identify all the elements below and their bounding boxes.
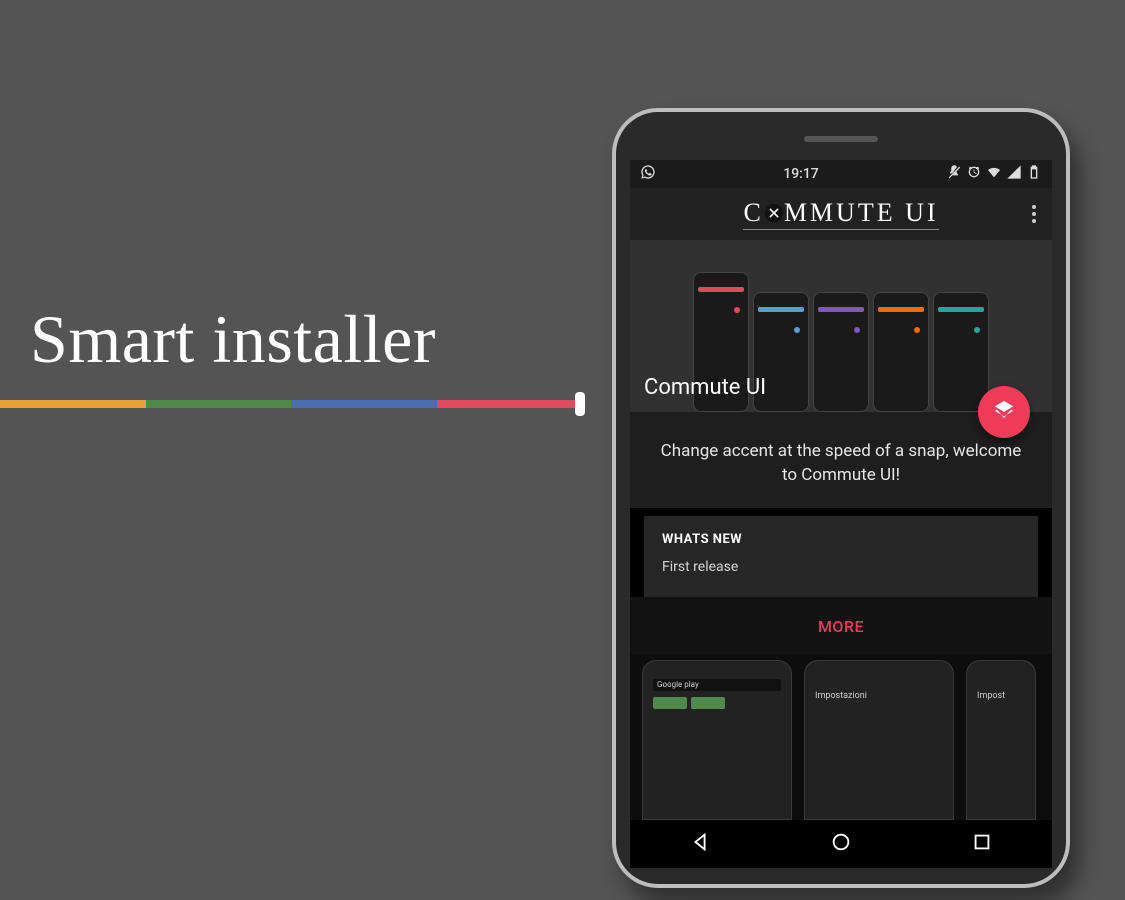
screenshot-thumb[interactable]: Google play bbox=[642, 660, 792, 820]
screenshot-thumb[interactable]: Impost bbox=[966, 660, 1036, 820]
whats-new-card: WHATS NEW First release bbox=[644, 516, 1038, 597]
app-title-right: MMUTE UI bbox=[784, 198, 939, 227]
wifi-icon bbox=[986, 164, 1002, 184]
whats-new-heading: WHATS NEW bbox=[662, 532, 1020, 547]
hero-section: Commute UI bbox=[630, 240, 1052, 412]
phone-speaker bbox=[804, 136, 878, 142]
status-time: 19:17 bbox=[656, 166, 946, 182]
overflow-menu-icon[interactable] bbox=[1026, 199, 1042, 229]
thumb-label: Google play bbox=[653, 679, 781, 691]
android-nav-bar bbox=[630, 820, 1052, 868]
more-button[interactable]: MORE bbox=[630, 597, 1052, 654]
recents-button[interactable] bbox=[971, 831, 993, 857]
whatsapp-icon bbox=[640, 164, 656, 184]
tools-icon bbox=[764, 203, 784, 223]
app-bar: C MMUTE UI bbox=[630, 188, 1052, 240]
hero-title: Commute UI bbox=[644, 375, 766, 400]
home-button[interactable] bbox=[830, 831, 852, 857]
screenshot-thumb[interactable]: Impostazioni bbox=[804, 660, 954, 820]
thumb-label: Impostazioni bbox=[815, 691, 867, 701]
mute-icon bbox=[946, 164, 962, 184]
thumb-label: Impost bbox=[977, 691, 1005, 701]
screenshot-strip[interactable]: Google play Impostazioni Impost bbox=[630, 654, 1052, 820]
app-title: C MMUTE UI bbox=[743, 198, 938, 230]
headline-text: Smart installer bbox=[30, 300, 436, 379]
signal-icon bbox=[1006, 164, 1022, 184]
rainbow-divider bbox=[0, 400, 582, 408]
phone-mockup: 19:17 CMMU bbox=[612, 108, 1070, 888]
battery-icon bbox=[1026, 164, 1042, 184]
alarm-icon bbox=[966, 164, 982, 184]
rainbow-cap bbox=[575, 392, 585, 416]
status-bar: 19:17 bbox=[630, 160, 1052, 188]
back-button[interactable] bbox=[689, 831, 711, 857]
fab-layers-button[interactable] bbox=[978, 386, 1030, 438]
app-title-left: C bbox=[743, 198, 763, 227]
layers-icon bbox=[993, 399, 1015, 425]
whats-new-body: First release bbox=[662, 559, 1020, 575]
phone-screen: 19:17 CMMU bbox=[630, 160, 1052, 868]
